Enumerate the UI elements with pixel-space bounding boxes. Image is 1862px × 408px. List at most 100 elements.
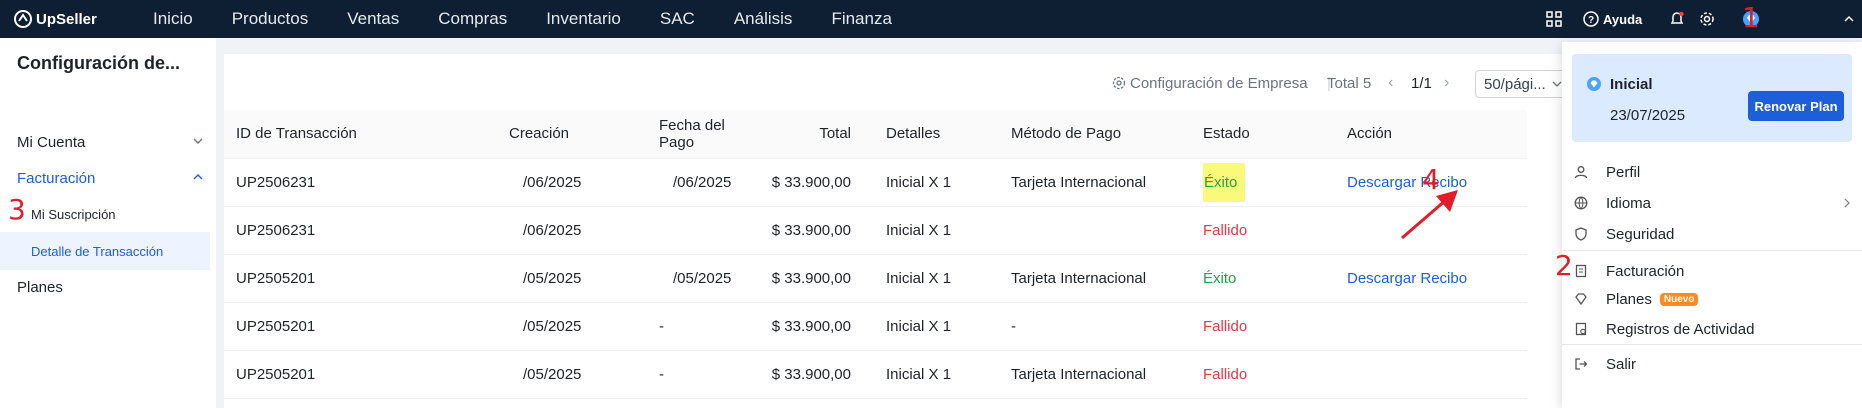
menu-item-salir[interactable]: Salir	[1572, 347, 1852, 381]
nav-inventario[interactable]: Inventario	[546, 9, 621, 29]
annotation-arrow-icon	[1401, 190, 1458, 240]
help-button[interactable]: ? Ayuda	[1583, 11, 1653, 27]
new-badge: Nuevo	[1659, 292, 1699, 306]
nav-analisis[interactable]: Análisis	[734, 9, 793, 29]
cell-status: Fallido	[1203, 350, 1347, 399]
download-receipt-link[interactable]: Descargar Recibo	[1347, 270, 1467, 287]
nav-sac[interactable]: SAC	[660, 9, 695, 29]
menu-item-label: Perfil	[1606, 163, 1641, 181]
shield-icon	[1572, 225, 1590, 243]
cell-method: Tarjeta Internacional	[1011, 254, 1203, 303]
cell-paid	[659, 206, 759, 255]
nav-inicio[interactable]: Inicio	[153, 9, 193, 29]
sidebar-item-label: Facturación	[17, 169, 96, 187]
account-dropdown: Inicial 23/07/2025 Renovar Plan Perfil I…	[1562, 42, 1862, 408]
table-row: UP2505201 /05/2025 - $ 33.900,00 Inicial…	[224, 302, 1527, 351]
sidebar-item-label: Mi Cuenta	[17, 133, 86, 151]
transactions-table: ID de Transacción Creación Fecha del Pag…	[224, 110, 1527, 399]
chevron-right-icon	[1844, 198, 1850, 208]
col-header-total: Total	[759, 110, 851, 159]
page-indicator: 1/1	[1411, 74, 1432, 92]
cell-id: UP2505201	[224, 254, 509, 303]
notification-bell-icon[interactable]	[1667, 9, 1687, 29]
cell-created: /05/2025	[509, 254, 659, 303]
menu-item-planes[interactable]: Planes Nuevo	[1572, 282, 1852, 316]
col-header-created: Creación	[509, 110, 659, 159]
cell-paid: -	[659, 302, 759, 351]
activity-log-icon	[1572, 320, 1590, 338]
cell-details: Inicial X 1	[851, 350, 1011, 399]
renew-plan-button[interactable]: Renovar Plan	[1748, 91, 1844, 121]
company-settings-link[interactable]: Configuración de Empresa	[1112, 69, 1308, 97]
cell-total: $ 33.900,00	[759, 302, 851, 351]
cell-created: /05/2025	[509, 350, 659, 399]
menu-divider	[1562, 344, 1862, 345]
nav-ventas[interactable]: Ventas	[347, 9, 399, 29]
cell-status: Éxito	[1203, 254, 1347, 303]
chevron-up-icon	[193, 174, 203, 180]
menu-item-seguridad[interactable]: Seguridad	[1572, 217, 1852, 251]
cell-method: -	[1011, 302, 1203, 351]
sidebar-title: Configuración de...	[17, 53, 181, 73]
next-page-icon[interactable]: ›	[1444, 69, 1449, 97]
table-row: UP2506231 /06/2025 $ 33.900,00 Inicial X…	[224, 206, 1527, 255]
cell-created: /06/2025	[509, 206, 659, 255]
cell-method	[1011, 206, 1203, 255]
menu-divider	[1562, 250, 1862, 251]
plan-card: Inicial 23/07/2025 Renovar Plan	[1572, 54, 1852, 142]
col-header-status: Estado	[1203, 110, 1347, 159]
menu-item-label: Seguridad	[1606, 225, 1675, 243]
cell-details: Inicial X 1	[851, 302, 1011, 351]
cell-paid: /06/2025	[659, 158, 759, 207]
cell-details: Inicial X 1	[851, 206, 1011, 255]
apps-grid-icon[interactable]	[1544, 9, 1564, 29]
invoice-icon	[1572, 262, 1590, 280]
company-settings-label: Configuración de Empresa	[1130, 74, 1308, 92]
status-badge: Fallido	[1203, 221, 1248, 239]
menu-item-idioma[interactable]: Idioma	[1572, 186, 1852, 220]
nav-finanza[interactable]: Finanza	[831, 9, 891, 29]
prev-page-icon[interactable]: ‹	[1388, 69, 1393, 97]
cell-total: $ 33.900,00	[759, 254, 851, 303]
collapse-chevron-icon[interactable]	[1839, 9, 1859, 29]
language-icon	[1572, 194, 1590, 212]
sidebar-item-detalle-transaccion[interactable]: Detalle de Transacción	[0, 232, 210, 270]
cell-id: UP2506231	[224, 158, 509, 207]
annotation-step-2: 2	[1555, 249, 1573, 282]
cell-details: Inicial X 1	[851, 158, 1011, 207]
status-badge: Fallido	[1203, 317, 1248, 335]
diamond-icon	[1572, 290, 1590, 308]
nav-productos[interactable]: Productos	[232, 9, 309, 29]
cell-total: $ 33.900,00	[759, 350, 851, 399]
settings-gear-icon[interactable]	[1697, 9, 1717, 29]
cell-action	[1347, 302, 1527, 351]
upseller-logo[interactable]: UpSeller	[14, 10, 134, 28]
menu-item-registros[interactable]: Registros de Actividad	[1572, 312, 1852, 346]
menu-item-label: Idioma	[1606, 194, 1652, 212]
sidebar-item-mi-suscripcion[interactable]: Mi Suscripción	[0, 195, 210, 233]
menu-item-perfil[interactable]: Perfil	[1572, 155, 1852, 189]
table-row: UP2505201 /05/2025 /05/2025 $ 33.900,00 …	[224, 254, 1527, 303]
cell-status: Éxito	[1203, 158, 1347, 207]
user-icon	[1572, 163, 1590, 181]
per-page-value: 50/pági...	[1484, 75, 1546, 93]
settings-sidebar: Configuración de... Mi Cuenta Facturació…	[0, 38, 216, 408]
table-row: UP2505201 /05/2025 - $ 33.900,00 Inicial…	[224, 350, 1527, 399]
cell-status: Fallido	[1203, 302, 1347, 351]
sidebar-item-label: Mi Suscripción	[31, 206, 116, 222]
help-label: Ayuda	[1603, 11, 1643, 27]
cell-action: Descargar Recibo	[1347, 254, 1527, 303]
chevron-down-icon	[193, 138, 203, 144]
sidebar-item-facturacion[interactable]: Facturación	[0, 159, 210, 197]
menu-item-label: Salir	[1606, 355, 1637, 373]
cell-method: Tarjeta Internacional	[1011, 350, 1203, 399]
cell-id: UP2505201	[224, 350, 509, 399]
col-header-paid: Fecha del Pago	[659, 110, 759, 159]
sidebar-item-mi-cuenta[interactable]: Mi Cuenta	[0, 123, 210, 161]
status-badge: Fallido	[1203, 365, 1248, 383]
cell-paid: -	[659, 350, 759, 399]
cell-created: /05/2025	[509, 302, 659, 351]
col-header-id: ID de Transacción	[224, 110, 509, 159]
nav-compras[interactable]: Compras	[438, 9, 507, 29]
sidebar-item-planes[interactable]: Planes	[0, 268, 210, 306]
